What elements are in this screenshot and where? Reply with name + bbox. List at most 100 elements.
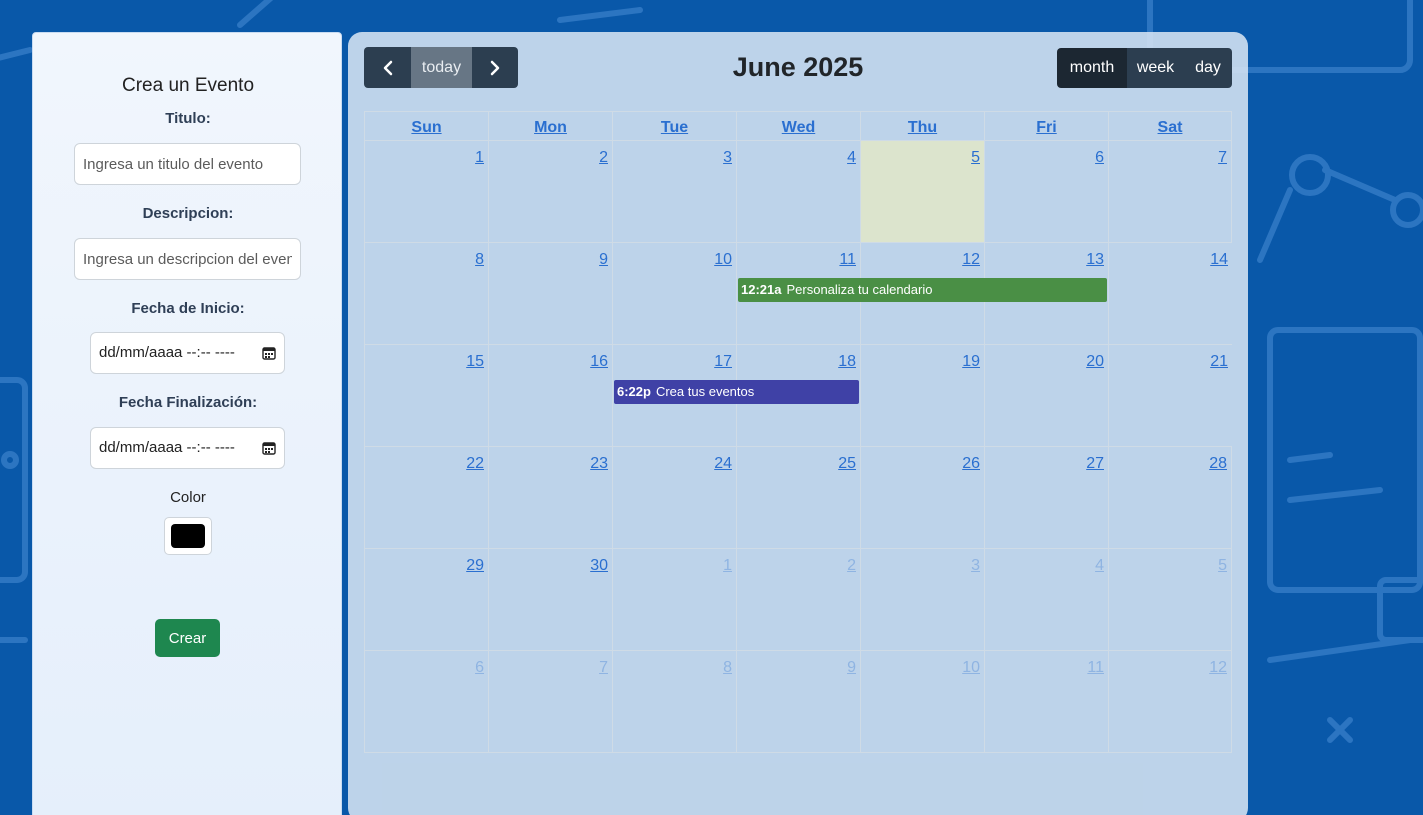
day-number-link[interactable]: 12 xyxy=(1209,659,1227,677)
day-cell[interactable]: 1 xyxy=(612,549,736,650)
day-cell[interactable]: 20 xyxy=(984,345,1108,446)
today-button[interactable]: today xyxy=(411,47,472,88)
week-view-button[interactable]: week xyxy=(1127,48,1184,88)
day-cell[interactable]: 6 xyxy=(364,651,488,752)
day-number-link[interactable]: 9 xyxy=(847,659,856,677)
weekday-header-tue[interactable]: Tue xyxy=(612,112,736,140)
day-cell[interactable]: 10 xyxy=(860,651,984,752)
day-number-link[interactable]: 25 xyxy=(838,455,856,473)
day-cell[interactable]: 4 xyxy=(984,549,1108,650)
day-number-link[interactable]: 3 xyxy=(723,149,732,167)
day-number-link[interactable]: 21 xyxy=(1210,353,1228,371)
day-number-link[interactable]: 30 xyxy=(590,557,608,575)
create-button[interactable]: Crear xyxy=(155,619,220,657)
day-number-link[interactable]: 16 xyxy=(590,353,608,371)
titulo-input[interactable] xyxy=(74,143,301,185)
day-number-link[interactable]: 26 xyxy=(962,455,980,473)
day-cell[interactable]: 1 xyxy=(364,141,488,242)
day-number-link[interactable]: 11 xyxy=(839,251,856,269)
day-number-link[interactable]: 5 xyxy=(971,149,980,167)
day-number-link[interactable]: 15 xyxy=(466,353,484,371)
next-month-button[interactable] xyxy=(472,47,518,88)
descripcion-input[interactable] xyxy=(74,238,301,280)
day-cell[interactable]: 9 xyxy=(488,243,612,344)
day-number-link[interactable]: 10 xyxy=(714,251,732,269)
day-cell[interactable]: 2 xyxy=(488,141,612,242)
day-cell[interactable]: 23 xyxy=(488,447,612,548)
day-number-link[interactable]: 7 xyxy=(599,659,608,677)
day-number-link[interactable]: 7 xyxy=(1218,149,1227,167)
day-cell[interactable]: 9 xyxy=(736,651,860,752)
day-cell[interactable]: 11 xyxy=(984,651,1108,752)
day-cell[interactable]: 21 xyxy=(1108,345,1232,446)
weekday-header-mon[interactable]: Mon xyxy=(488,112,612,140)
day-cell[interactable]: 7 xyxy=(1108,141,1232,242)
calendar-picker-icon[interactable] xyxy=(262,441,276,455)
weekday-header-fri[interactable]: Fri xyxy=(984,112,1108,140)
day-cell[interactable]: 8 xyxy=(612,651,736,752)
day-number-link[interactable]: 18 xyxy=(838,353,856,371)
day-cell[interactable]: 19 xyxy=(860,345,984,446)
day-number-link[interactable]: 23 xyxy=(590,455,608,473)
day-cell-today[interactable]: 5 xyxy=(860,141,984,242)
prev-month-button[interactable] xyxy=(364,47,411,88)
day-number-link[interactable]: 17 xyxy=(714,353,732,371)
day-number-link[interactable]: 14 xyxy=(1210,251,1228,269)
weekday-header-sat[interactable]: Sat xyxy=(1108,112,1232,140)
day-cell[interactable]: 22 xyxy=(364,447,488,548)
day-cell[interactable]: 6 xyxy=(984,141,1108,242)
day-cell[interactable]: 7 xyxy=(488,651,612,752)
calendar-picker-icon[interactable] xyxy=(262,346,276,360)
day-number-link[interactable]: 28 xyxy=(1209,455,1227,473)
day-number-link[interactable]: 10 xyxy=(962,659,980,677)
day-number-link[interactable]: 11 xyxy=(1087,659,1104,677)
day-cell[interactable]: 29 xyxy=(364,549,488,650)
calendar-event[interactable]: 6:22p Crea tus eventos xyxy=(614,380,859,404)
day-number-link[interactable]: 29 xyxy=(466,557,484,575)
day-number-link[interactable]: 5 xyxy=(1218,557,1227,575)
calendar-event[interactable]: 12:21a Personaliza tu calendario xyxy=(738,278,1107,302)
color-picker[interactable] xyxy=(164,517,212,555)
day-number-link[interactable]: 4 xyxy=(1095,557,1104,575)
day-cell[interactable]: 4 xyxy=(736,141,860,242)
day-number-link[interactable]: 1 xyxy=(475,149,484,167)
month-view-button[interactable]: month xyxy=(1057,48,1127,88)
day-number-link[interactable]: 4 xyxy=(847,149,856,167)
day-number-link[interactable]: 24 xyxy=(714,455,732,473)
day-cell[interactable]: 25 xyxy=(736,447,860,548)
day-cell[interactable]: 27 xyxy=(984,447,1108,548)
day-number-link[interactable]: 2 xyxy=(847,557,856,575)
day-cell[interactable]: 16 xyxy=(488,345,612,446)
day-view-button[interactable]: day xyxy=(1184,48,1232,88)
day-number-link[interactable]: 6 xyxy=(1095,149,1104,167)
start-datetime-input[interactable]: dd/mm/aaaa --:-- ---- xyxy=(90,332,285,374)
day-cell[interactable]: 24 xyxy=(612,447,736,548)
day-number-link[interactable]: 3 xyxy=(971,557,980,575)
day-number-link[interactable]: 13 xyxy=(1086,251,1104,269)
day-cell[interactable]: 30 xyxy=(488,549,612,650)
day-number-link[interactable]: 1 xyxy=(723,557,732,575)
day-number-link[interactable]: 20 xyxy=(1086,353,1104,371)
day-cell[interactable]: 28 xyxy=(1108,447,1232,548)
day-number-link[interactable]: 6 xyxy=(475,659,484,677)
day-number-link[interactable]: 22 xyxy=(466,455,484,473)
day-cell[interactable]: 8 xyxy=(364,243,488,344)
weekday-header-sun[interactable]: Sun xyxy=(364,112,488,140)
day-number-link[interactable]: 12 xyxy=(962,251,980,269)
day-cell[interactable]: 15 xyxy=(364,345,488,446)
day-number-link[interactable]: 27 xyxy=(1086,455,1104,473)
end-datetime-input[interactable]: dd/mm/aaaa --:-- ---- xyxy=(90,427,285,469)
day-cell[interactable]: 3 xyxy=(860,549,984,650)
weekday-header-wed[interactable]: Wed xyxy=(736,112,860,140)
day-number-link[interactable]: 19 xyxy=(962,353,980,371)
day-number-link[interactable]: 2 xyxy=(599,149,608,167)
day-number-link[interactable]: 9 xyxy=(599,251,608,269)
day-cell[interactable]: 26 xyxy=(860,447,984,548)
day-cell[interactable]: 12 xyxy=(1108,651,1232,752)
day-cell[interactable]: 10 xyxy=(612,243,736,344)
day-number-link[interactable]: 8 xyxy=(723,659,732,677)
day-number-link[interactable]: 8 xyxy=(475,251,484,269)
day-cell[interactable]: 5 xyxy=(1108,549,1232,650)
day-cell[interactable]: 3 xyxy=(612,141,736,242)
day-cell[interactable]: 2 xyxy=(736,549,860,650)
